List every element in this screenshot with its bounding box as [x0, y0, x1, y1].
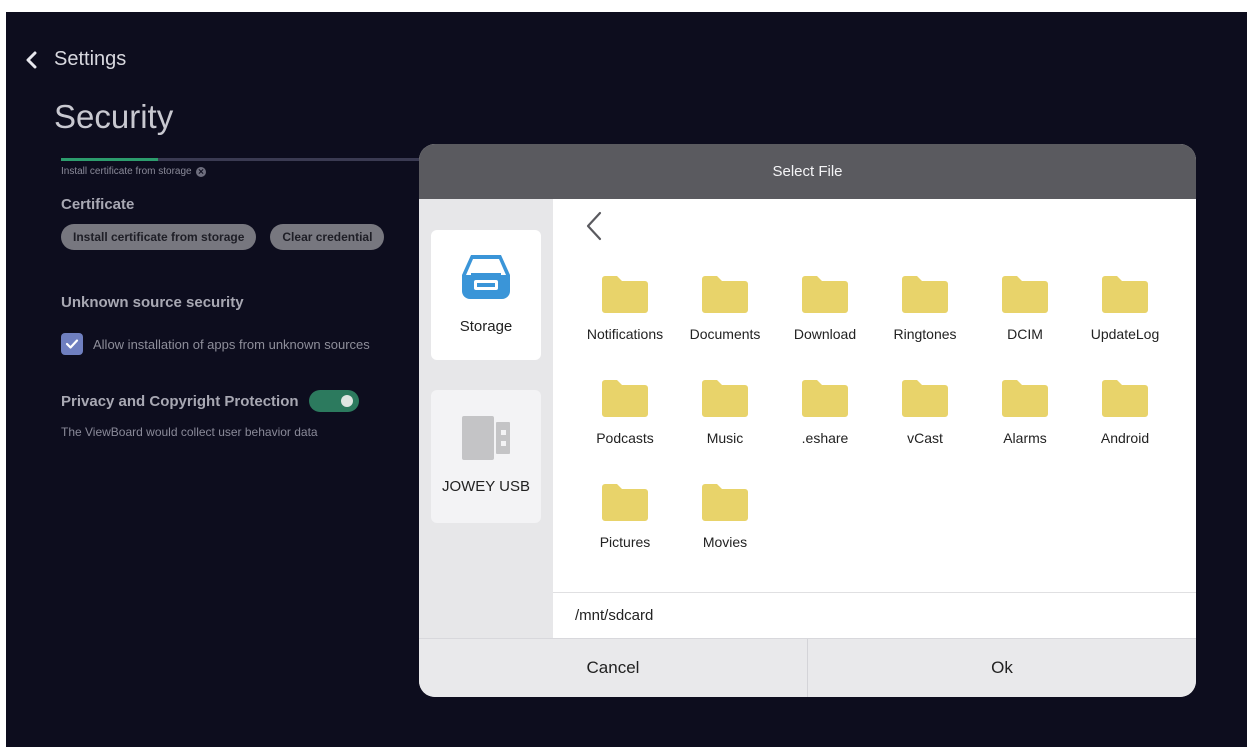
unknown-source-option[interactable]: Allow installation of apps from unknown … [61, 333, 370, 355]
folder-label: Music [706, 430, 744, 446]
certificate-actions: Install certificate from storage Clear c… [61, 224, 385, 250]
folder-item[interactable]: Notifications [575, 275, 675, 379]
folder-label: vCast [907, 430, 943, 446]
folder-icon [602, 483, 648, 523]
select-file-dialog: Select File Storage JOWEY USB Notificati… [419, 144, 1196, 697]
folder-label: Alarms [1003, 430, 1047, 446]
folder-icon [1102, 379, 1148, 419]
folder-label: DCIM [1007, 326, 1043, 342]
install-certificate-button[interactable]: Install certificate from storage [61, 224, 257, 250]
folder-grid: Notifications Documents Download Ringtones D… [575, 275, 1185, 587]
folder-item[interactable]: Pictures [575, 483, 675, 587]
folder-item[interactable]: vCast [875, 379, 975, 483]
back-label[interactable]: Settings [54, 48, 126, 71]
unknown-source-label: Allow installation of apps from unknown … [93, 336, 370, 352]
folder-icon [802, 275, 848, 315]
folder-item[interactable]: Documents [675, 275, 775, 379]
folder-item[interactable]: Download [775, 275, 875, 379]
folder-icon [702, 379, 748, 419]
source-usb-label: JOWEY USB [441, 478, 531, 495]
close-icon[interactable] [195, 166, 206, 177]
ok-button[interactable]: Ok [807, 639, 1196, 697]
folder-icon [902, 275, 948, 315]
top-bar: Settings [22, 48, 126, 71]
checkmark-icon [65, 339, 79, 349]
folder-item[interactable]: Movies [675, 483, 775, 587]
folder-item[interactable]: Ringtones [875, 275, 975, 379]
folder-label: Pictures [599, 534, 651, 550]
folder-item[interactable]: UpdateLog [1075, 275, 1175, 379]
folder-label: Notifications [586, 326, 664, 342]
progress-bar [61, 158, 421, 161]
breadcrumb: Install certificate from storage [61, 166, 206, 177]
privacy-row: Privacy and Copyright Protection [61, 390, 359, 412]
privacy-toggle[interactable] [308, 390, 359, 412]
unknown-source-heading: Unknown source security [61, 294, 244, 311]
page-title: Security [54, 98, 174, 135]
clear-credential-button[interactable]: Clear credential [270, 224, 385, 250]
folder-label: Movies [702, 534, 748, 550]
folder-item[interactable]: Music [675, 379, 775, 483]
dialog-title: Select File [419, 144, 1196, 199]
folder-icon [702, 275, 748, 315]
folder-item[interactable]: Android [1075, 379, 1175, 483]
folder-icon [1002, 275, 1048, 315]
back-chevron-icon[interactable] [22, 51, 40, 69]
folder-icon [902, 379, 948, 419]
toggle-knob [340, 395, 353, 407]
breadcrumb-text: Install certificate from storage [61, 166, 192, 177]
screen: Settings Security Install certificate fr… [6, 12, 1247, 747]
folder-label: UpdateLog [1090, 326, 1160, 342]
source-storage-label: Storage [459, 318, 513, 335]
cancel-button[interactable]: Cancel [419, 639, 807, 697]
source-storage[interactable]: Storage [431, 230, 541, 360]
dialog-footer: Cancel Ok [419, 638, 1196, 697]
certificate-heading: Certificate [61, 196, 135, 213]
navigate-up-icon[interactable] [583, 211, 605, 241]
folder-label: Documents [689, 326, 761, 342]
folder-item[interactable]: Alarms [975, 379, 1075, 483]
folder-item[interactable]: DCIM [975, 275, 1075, 379]
progress-fill [61, 158, 159, 161]
folder-item[interactable]: Podcasts [575, 379, 675, 483]
storage-tray-icon [458, 248, 514, 304]
folder-icon [602, 275, 648, 315]
folder-icon [602, 379, 648, 419]
usb-drive-icon [458, 408, 514, 464]
folder-label: Android [1100, 430, 1150, 446]
folder-label: Podcasts [596, 430, 654, 446]
folder-icon [1102, 275, 1148, 315]
folder-item[interactable]: .eshare [775, 379, 875, 483]
file-browser: Notifications Documents Download Ringtones D… [553, 199, 1196, 592]
folder-label: Download [793, 326, 857, 342]
privacy-label: Privacy and Copyright Protection [61, 392, 299, 410]
source-usb[interactable]: JOWEY USB [431, 390, 541, 523]
privacy-description: The ViewBoard would collect user behavio… [61, 425, 318, 439]
folder-label: .eshare [801, 430, 849, 446]
source-sidebar: Storage JOWEY USB [419, 199, 553, 638]
folder-icon [1002, 379, 1048, 419]
current-path: /mnt/sdcard [553, 592, 1196, 638]
folder-icon [702, 483, 748, 523]
unknown-source-checkbox[interactable] [61, 333, 83, 355]
folder-label: Ringtones [893, 326, 957, 342]
folder-icon [802, 379, 848, 419]
